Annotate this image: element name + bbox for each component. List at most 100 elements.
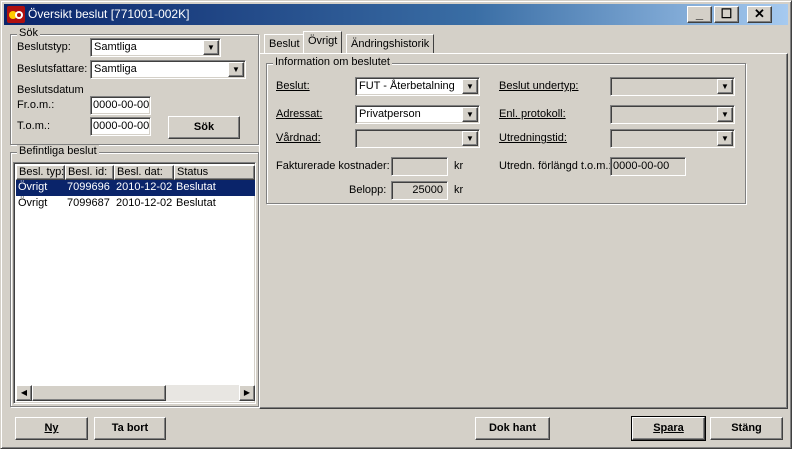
scroll-thumb[interactable]: [32, 385, 166, 401]
chevron-down-icon[interactable]: ▼: [462, 107, 478, 122]
column-header-typ[interactable]: Besl. typ:: [16, 165, 65, 180]
beslutsfattare-select[interactable]: Samtliga ▼: [90, 60, 246, 79]
column-header-label: Besl. typ:: [19, 166, 65, 178]
close-icon: ✕: [754, 6, 765, 21]
row-cell-id: 7099696: [67, 181, 110, 193]
existing-decisions-label: Befintliga beslut: [17, 145, 99, 157]
vardnad-select[interactable]: ▼: [355, 129, 480, 148]
from-date-input[interactable]: 0000-00-00: [90, 96, 151, 115]
table-row[interactable]: Övrigt 7099687 2010-12-02 Beslutat: [16, 196, 255, 212]
scroll-right-icon[interactable]: ▶: [239, 385, 255, 401]
vardnad-label: Vårdnad:: [276, 132, 321, 144]
close-window-button-label: Stäng: [731, 422, 762, 434]
undertyp-select[interactable]: ▼: [610, 77, 735, 96]
adressat-value: Privatperson: [359, 108, 421, 120]
beslutsdatum-label: Beslutsdatum: [17, 84, 84, 96]
beslutsfattare-value: Samtliga: [94, 63, 137, 75]
protokoll-select[interactable]: ▼: [610, 105, 735, 124]
beslutstyp-label: Beslutstyp:: [17, 41, 71, 53]
save-button[interactable]: Spara: [631, 416, 706, 441]
beslut-select[interactable]: FUT - Återbetalning ▼: [355, 77, 480, 96]
window-title-id: [771001-002K]: [110, 7, 190, 21]
row-cell-typ: Övrigt: [18, 181, 48, 193]
beslut-value: FUT - Återbetalning: [359, 80, 455, 92]
row-cell-dat: 2010-12-02: [116, 197, 173, 209]
search-button-label: Sök: [193, 121, 215, 133]
delete-button-label: Ta bort: [111, 422, 149, 434]
beslutsfattare-label: Beslutsfattare:: [17, 63, 88, 75]
close-button[interactable]: ✕: [747, 6, 772, 23]
decision-info-group: Information om beslutet Beslut: FUT - Åt…: [266, 56, 746, 204]
belopp-label: Belopp:: [349, 184, 387, 196]
dok-hant-button-label: Dok hant: [488, 422, 537, 434]
dok-hant-button[interactable]: Dok hant: [475, 417, 550, 440]
forlangd-label: Utredn. förlängd t.o.m.:: [499, 160, 612, 172]
horizontal-scrollbar[interactable]: ◀ ▶: [16, 385, 255, 401]
forlangd-input[interactable]: 0000-00-00: [610, 157, 686, 176]
adressat-select[interactable]: Privatperson ▼: [355, 105, 480, 124]
utredningstid-label: Utredningstid:: [499, 132, 567, 144]
column-header-dat[interactable]: Besl. dat:: [114, 165, 174, 180]
window-title: Översikt beslut [771001-002K]: [28, 7, 189, 21]
existing-decisions-group: Befintliga beslut Besl. typ: Besl. id: B…: [10, 145, 259, 407]
search-button[interactable]: Sök: [168, 116, 240, 139]
chevron-down-icon[interactable]: ▼: [228, 62, 244, 77]
tab-panel-ovrigt: Information om beslutet Beslut: FUT - Åt…: [259, 53, 788, 409]
table-row[interactable]: Övrigt 7099696 2010-12-02 Beslutat: [16, 180, 255, 196]
from-date-value: 0000-00-00: [93, 99, 150, 111]
chevron-down-icon[interactable]: ▼: [462, 79, 478, 94]
row-cell-status: Beslutat: [176, 197, 216, 209]
app-logo-icon: [7, 6, 25, 23]
belopp-input[interactable]: 25000: [391, 181, 448, 200]
fakturerade-input[interactable]: [391, 157, 448, 176]
column-header-status[interactable]: Status: [174, 165, 255, 180]
utredningstid-select[interactable]: ▼: [610, 129, 735, 148]
scroll-left-icon[interactable]: ◀: [16, 385, 32, 401]
minimize-icon: _: [695, 6, 704, 21]
tab-beslut[interactable]: Beslut: [264, 34, 305, 54]
decision-info-label: Information om beslutet: [273, 56, 392, 68]
main-window: Översikt beslut [771001-002K] _ ☐ ✕ Sök …: [0, 0, 792, 449]
to-date-label: T.o.m.:: [17, 120, 51, 132]
chevron-down-icon[interactable]: ▼: [203, 40, 219, 55]
tab-label: Beslut: [269, 38, 300, 50]
from-date-label: Fr.o.m.:: [17, 99, 55, 111]
tab-andringshistorik[interactable]: Ändringshistorik: [346, 34, 435, 54]
row-cell-id: 7099687: [67, 197, 110, 209]
decisions-list[interactable]: Besl. typ: Besl. id: Besl. dat: Status Ö…: [13, 162, 256, 404]
fakturerade-label: Fakturerade kostnader:: [276, 160, 390, 172]
close-window-button[interactable]: Stäng: [710, 417, 783, 440]
new-button[interactable]: Ny: [15, 417, 88, 440]
belopp-value: 25000: [412, 184, 443, 196]
save-button-label: Spara: [653, 422, 684, 434]
currency-label: kr: [454, 160, 464, 172]
chevron-down-icon[interactable]: ▼: [462, 131, 478, 146]
column-header-label: Besl. dat:: [117, 166, 163, 178]
chevron-down-icon[interactable]: ▼: [717, 107, 733, 122]
chevron-down-icon[interactable]: ▼: [717, 131, 733, 146]
minimize-button[interactable]: _: [687, 6, 712, 23]
to-date-value: 0000-00-00: [93, 120, 150, 132]
window-title-text: Översikt beslut: [28, 7, 108, 21]
list-header: Besl. typ: Besl. id: Besl. dat: Status: [16, 165, 255, 180]
column-header-id[interactable]: Besl. id:: [65, 165, 114, 180]
currency-label: kr: [454, 184, 464, 196]
search-group-label: Sök: [17, 27, 40, 39]
row-cell-dat: 2010-12-02: [116, 181, 173, 193]
forlangd-value: 0000-00-00: [613, 160, 670, 172]
tab-label: Övrigt: [308, 35, 338, 47]
undertyp-label: Beslut undertyp:: [499, 80, 579, 92]
beslut-label: Beslut:: [276, 80, 310, 92]
title-bar[interactable]: Översikt beslut [771001-002K] _ ☐ ✕: [4, 4, 788, 25]
chevron-down-icon[interactable]: ▼: [717, 79, 733, 94]
column-header-label: Status: [177, 166, 209, 178]
maximize-button[interactable]: ☐: [714, 6, 739, 23]
adressat-label: Adressat:: [276, 108, 323, 120]
row-cell-typ: Övrigt: [18, 197, 48, 209]
column-header-label: Besl. id:: [68, 166, 108, 178]
maximize-icon: ☐: [720, 6, 733, 21]
delete-button[interactable]: Ta bort: [94, 417, 166, 440]
to-date-input[interactable]: 0000-00-00: [90, 117, 151, 136]
beslutstyp-select[interactable]: Samtliga ▼: [90, 38, 221, 57]
tab-ovrigt[interactable]: Övrigt: [303, 31, 343, 53]
